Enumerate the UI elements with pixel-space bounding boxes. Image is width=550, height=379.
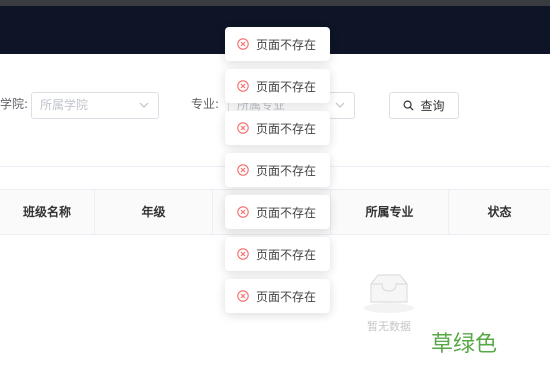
error-circle-icon	[237, 248, 249, 260]
toast-message: 页面不存在	[256, 37, 317, 52]
query-button[interactable]: 查询	[389, 92, 459, 119]
column-header: 所属专业	[331, 190, 449, 234]
college-select-placeholder: 所属学院	[40, 98, 89, 112]
error-toast: 页面不存在	[225, 69, 330, 103]
error-circle-icon	[237, 164, 249, 176]
query-button-label: 查询	[420, 99, 445, 113]
error-circle-icon	[237, 122, 249, 134]
error-circle-icon	[237, 38, 249, 50]
major-filter-label: 专业:	[191, 97, 220, 111]
toast-message: 页面不存在	[256, 205, 317, 220]
error-circle-icon	[237, 80, 249, 92]
column-header: 状态	[487, 205, 512, 219]
chevron-down-icon	[139, 102, 149, 108]
error-toast: 页面不存在	[225, 279, 330, 313]
search-icon	[403, 100, 414, 111]
empty-inbox-icon	[364, 274, 414, 313]
toast-message: 页面不存在	[256, 121, 317, 136]
error-toast: 页面不存在	[225, 111, 330, 145]
column-header: 班级名称	[0, 190, 95, 234]
chevron-down-icon	[335, 102, 345, 108]
error-toast: 页面不存在	[225, 27, 330, 61]
empty-state-text: 暂无数据	[367, 320, 411, 333]
column-header: 年级	[95, 190, 213, 234]
college-filter-label: 学院:	[0, 97, 29, 111]
error-toast: 页面不存在	[225, 237, 330, 271]
college-select[interactable]: 所属学院	[31, 92, 159, 119]
toast-message: 页面不存在	[256, 247, 317, 262]
error-toast: 页面不存在	[225, 195, 330, 229]
error-circle-icon	[237, 290, 249, 302]
toast-message: 页面不存在	[256, 289, 317, 304]
toast-message: 页面不存在	[256, 163, 317, 178]
error-toast: 页面不存在	[225, 153, 330, 187]
error-circle-icon	[237, 206, 249, 218]
color-watermark: 草绿色	[431, 332, 498, 357]
toast-message: 页面不存在	[256, 79, 317, 94]
